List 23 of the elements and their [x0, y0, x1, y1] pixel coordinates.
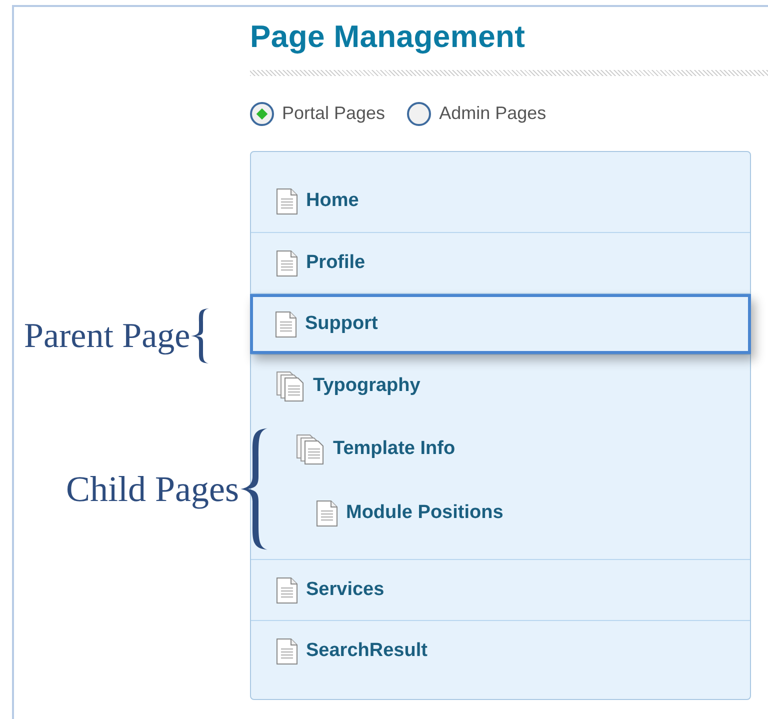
- page-tree-item[interactable]: Support: [250, 294, 751, 354]
- annotation-label: Child Pages: [66, 468, 240, 511]
- page-tree-item[interactable]: Profile: [251, 233, 750, 293]
- page-icon: [316, 500, 338, 526]
- radio-option[interactable]: Portal Pages: [250, 100, 386, 127]
- page-tree-item[interactable]: SearchResult: [251, 621, 750, 681]
- page-tree-item[interactable]: Services: [251, 560, 750, 620]
- brace-icon: [190, 308, 210, 364]
- page-title: Page Management: [250, 18, 526, 56]
- brace-icon: [239, 427, 270, 551]
- page-icon: [276, 188, 298, 214]
- page-icon: [276, 576, 298, 604]
- page-icon: [275, 310, 297, 338]
- radio-option[interactable]: Admin Pages: [407, 100, 546, 127]
- page-icon: [276, 250, 298, 276]
- pages-icon: [296, 434, 325, 464]
- page-icon: [276, 638, 298, 664]
- annotation-label: Parent Page: [24, 314, 190, 357]
- pages-icon: [276, 370, 305, 402]
- page-tree-item[interactable]: Module Positions: [251, 481, 750, 545]
- page-tree-item[interactable]: Home: [251, 170, 750, 232]
- page-tree-item[interactable]: Typography: [251, 355, 750, 417]
- page-tree-item[interactable]: Template Info: [251, 417, 750, 481]
